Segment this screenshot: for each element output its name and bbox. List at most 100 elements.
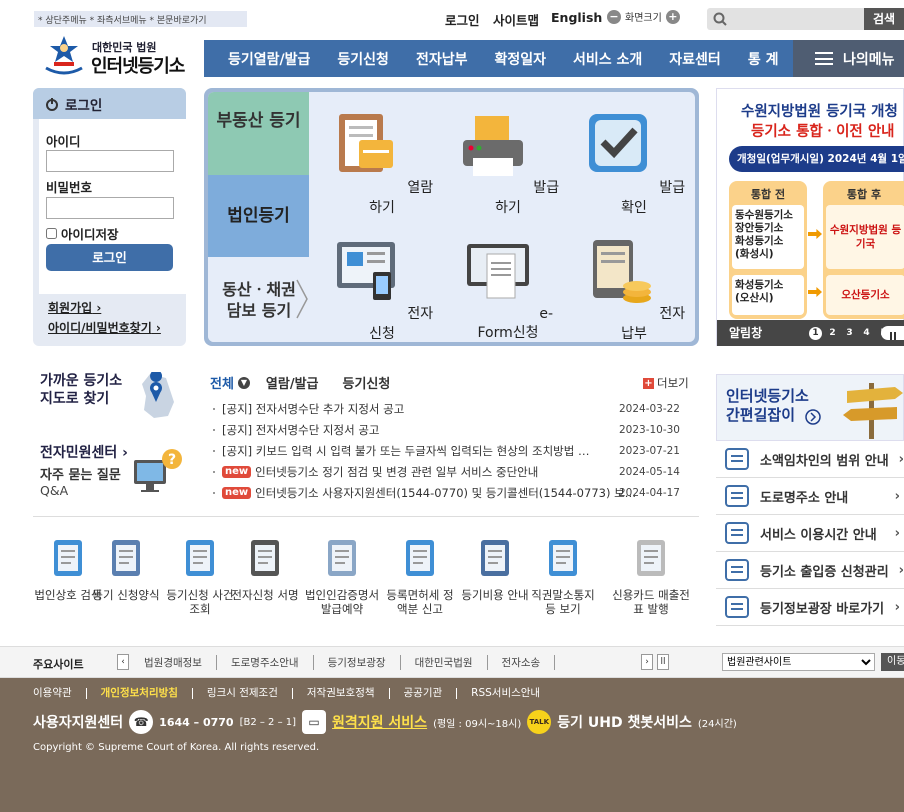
quick-link-icon [725, 596, 749, 618]
sites-prev-button[interactable]: ‹ [117, 654, 129, 670]
skip-links[interactable]: * 상단주메뉴 * 좌측서브메뉴 * 본문바로가기 [34, 11, 247, 27]
id-label: 아이디 [46, 134, 81, 149]
tab-view-issue[interactable]: 열람/발급 [266, 373, 319, 392]
quick-item-label: 등기비용 안내 [461, 588, 529, 602]
service-view[interactable]: 열람하기 [327, 110, 437, 217]
more-label: 더보기 [657, 376, 689, 390]
nav-item-data-center[interactable]: 자료센터 [669, 49, 721, 69]
save-id-checkbox[interactable] [46, 228, 57, 239]
sites-go-button[interactable]: 이동 [881, 653, 904, 671]
more-link[interactable]: + 더보기 [643, 375, 689, 391]
join-link[interactable]: 회원가입 › [48, 299, 101, 316]
quick-link-item[interactable]: 도로명주소 안내 › [716, 478, 904, 515]
footer-link[interactable]: 링크시 전제조건 [207, 688, 293, 699]
quick-item[interactable]: 등록면허세 정액분 신고 [385, 536, 455, 616]
quick-item-icon [549, 540, 577, 576]
quick-item[interactable]: 등기비용 안내 [460, 536, 530, 602]
quick-item[interactable]: 등기 신청양식 [91, 536, 161, 602]
site-logo[interactable]: 대한민국 법원 인터넷등기소 [40, 32, 190, 78]
search-button[interactable]: 검색 [864, 8, 904, 30]
quick-item[interactable]: 법인인감증명서 발급예약 [299, 536, 385, 616]
eform-monitor-icon [466, 244, 529, 299]
banner-pause-button[interactable] [881, 326, 904, 340]
site-link[interactable]: 등기정보광장 [314, 655, 401, 670]
quick-item[interactable]: 등기신청 사건조회 [165, 536, 235, 616]
font-plus-icon[interactable]: + [665, 9, 680, 24]
footer-link[interactable]: 이용약관 [33, 688, 87, 699]
quick-item[interactable]: 전자신청 서명 [230, 536, 300, 602]
service-issue[interactable]: 발급하기 [453, 110, 563, 217]
notice-list: [공지] 전자서명수단 추가 지정서 공고 2024-03-22 [공지] 전자서명… [210, 398, 690, 503]
quick-link-item[interactable]: 소액임차인의 범위 안내 › [716, 441, 904, 478]
search-input[interactable] [731, 8, 881, 30]
english-link[interactable]: English [551, 10, 602, 25]
quick-item-icon [406, 540, 434, 576]
nav-item-e-payment[interactable]: 전자납부 [416, 49, 468, 69]
service-eform[interactable]: e-Form신청 [453, 236, 563, 342]
footer-link[interactable]: 개인정보처리방침 [101, 688, 193, 699]
quick-link-item[interactable]: 서비스 이용시간 안내 › [716, 515, 904, 552]
login-link[interactable]: 로그인 [445, 10, 480, 29]
site-link[interactable]: 전자소송 [488, 655, 556, 670]
nav-item-fixed-date[interactable]: 확정일자 [494, 49, 546, 69]
footer-link[interactable]: RSS서비스안내 [471, 688, 554, 699]
banner-page[interactable]: 1 [809, 326, 822, 340]
quick-link-label: 소액임차인의 범위 안내 [760, 453, 889, 469]
nav-item-statistics[interactable]: 통 계 [748, 49, 779, 69]
site-link[interactable]: 도로명주소안내 [217, 655, 314, 670]
sitemap-link[interactable]: 사이트맵 [493, 10, 539, 29]
quick-link-list: 소액임차인의 범위 안내 › 도로명주소 안내 › 서비스 이용시간 안내 › 등기소 출입… [716, 441, 904, 626]
site-link[interactable]: 대한민국법원 [401, 655, 488, 670]
notice-item[interactable]: new 인터넷등기소 정기 점검 및 변경 관련 일부 서비스 중단안내 2024-… [210, 461, 690, 482]
my-menu-button[interactable]: 나의메뉴 [793, 40, 904, 77]
nav-item-view-issue[interactable]: 등기열람/발급 [228, 49, 310, 69]
banner-page[interactable]: 2 [826, 327, 839, 340]
nav-item-application[interactable]: 등기신청 [337, 49, 389, 69]
service-e-application[interactable]: 전자신청 [327, 236, 437, 342]
tab-corporation[interactable]: 법인등기 [208, 175, 309, 257]
login-panel: 로그인 아이디 비밀번호 아이디저장 로그인 회원가입 › 아이디/비밀번호찾기… [33, 88, 186, 346]
tab-all[interactable]: 전체 [210, 373, 234, 392]
footer-link[interactable]: 공공기관 [404, 688, 458, 699]
service-verify[interactable]: 발급확인 [579, 110, 689, 217]
related-sites-select[interactable]: 법원관련사이트 [722, 653, 875, 671]
quick-link-item[interactable]: 등기정보광장 바로가기 › [716, 589, 904, 626]
banner-before-list-a: 동수원등기소 장안등기소 화성등기소 (화성시) [732, 205, 804, 269]
footer-link[interactable]: 저작권보호정책 [307, 688, 390, 699]
tab-application[interactable]: 등기신청 [343, 373, 391, 392]
banner-page[interactable]: 3 [843, 327, 856, 340]
banner-before-list-b: 화성등기소 (오산시) [732, 275, 804, 315]
remote-support-link[interactable]: 원격지원 서비스 [332, 712, 427, 732]
sites-pause-button[interactable]: ll [657, 654, 669, 670]
site-link[interactable]: 법원경매정보 [130, 655, 217, 670]
tab-movable[interactable]: 동산ㆍ채권 담보 등기 [208, 257, 309, 342]
pause-icon [890, 332, 896, 340]
notice-item[interactable]: new 인터넷등기소 사용자지원센터(1544-0770) 및 등기콜센터(154… [210, 482, 690, 503]
quick-item-icon [328, 540, 356, 576]
monitor-icon: ▭ [302, 710, 327, 734]
quick-item[interactable]: 신용카드 매출전표 발행 [612, 536, 690, 616]
password-input[interactable] [46, 197, 174, 219]
chevron-down-icon[interactable]: ▼ [237, 376, 250, 389]
civil-center-link[interactable]: 전자민원센터 › [40, 444, 128, 462]
banner-page[interactable]: 4 [860, 327, 873, 340]
notice-item[interactable]: [공지] 전자서명수단 추가 지정서 공고 2024-03-22 [210, 398, 690, 419]
notice-banner[interactable]: 수원지방법원 등기국 개청 등기소 통합ㆍ이전 안내 개청일(업무개시일) 20… [716, 88, 904, 346]
font-minus-icon[interactable]: − [607, 9, 621, 24]
chatbot-link[interactable]: 등기 UHD 챗봇서비스 [557, 712, 692, 732]
id-input[interactable] [46, 150, 174, 172]
service-e-payment[interactable]: 전자납부 [579, 236, 689, 342]
notice-item[interactable]: [공지] 키보드 입력 시 입력 불가 또는 두글자씩 입력되는 현상의 조치방… [210, 440, 690, 461]
quick-item[interactable]: 직권말소통지등 보기 [528, 536, 598, 616]
nearby-office-link[interactable]: 가까운 등기소 지도로 찾기 [40, 372, 130, 408]
tab-real-estate[interactable]: 부동산 등기 [208, 92, 309, 175]
find-account-link[interactable]: 아이디/비밀번호찾기 › [48, 319, 161, 336]
nav-item-service-intro[interactable]: 서비스 소개 [573, 49, 642, 69]
kakaotalk-icon: TALK [527, 710, 552, 734]
faq-link[interactable]: 자주 묻는 질문 Q&A [40, 468, 121, 498]
sites-next-button[interactable]: › [641, 654, 653, 670]
login-button[interactable]: 로그인 [46, 244, 173, 271]
notice-item[interactable]: [공지] 전자서명수단 지정서 공고 2023-10-30 [210, 419, 690, 440]
easy-guide-banner[interactable]: 인터넷등기소 간편길잡이 [716, 374, 904, 441]
quick-link-item[interactable]: 등기소 출입증 신청관리 › [716, 552, 904, 589]
